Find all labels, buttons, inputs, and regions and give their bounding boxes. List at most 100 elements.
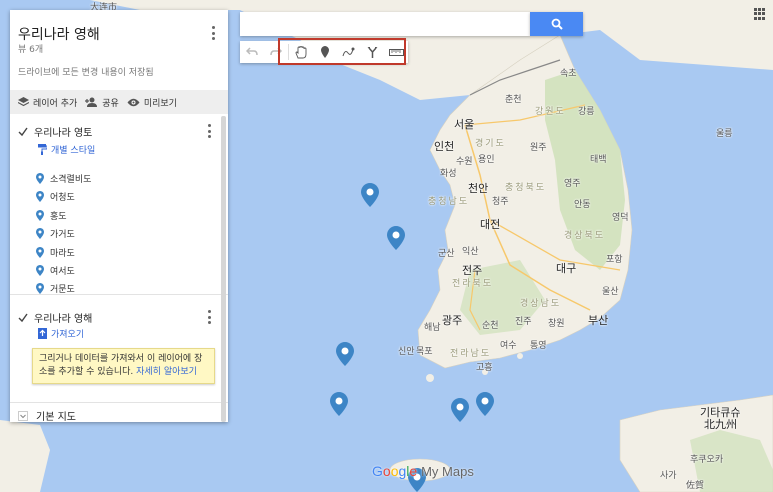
label-gyeonggi: 경기도 — [475, 139, 506, 149]
map-pin-marker[interactable] — [336, 342, 354, 366]
chevron-down-icon[interactable] — [18, 410, 28, 421]
draw-line-icon — [342, 47, 355, 57]
label-chuncheon: 춘천 — [505, 95, 522, 105]
feature-label: 여서도 — [50, 267, 75, 277]
import-link[interactable]: 가져오기 — [38, 327, 84, 340]
google-my-maps-logo: Google My Maps — [372, 463, 474, 479]
ruler-button[interactable] — [384, 41, 408, 63]
add-marker-button[interactable] — [313, 41, 337, 63]
label-pohang: 포항 — [606, 255, 623, 265]
label-kitakyushu-jp: 北九州 — [704, 418, 737, 431]
label-tongyeong: 통영 — [530, 341, 547, 351]
layer2-options-kebab-icon[interactable] — [207, 310, 211, 324]
base-map-divider — [10, 402, 228, 403]
learn-more-link[interactable]: 자세히 알아보기 — [136, 367, 197, 377]
map-pin-marker[interactable] — [476, 392, 494, 416]
undo-icon — [245, 47, 258, 56]
map-pin-icon — [36, 173, 44, 184]
individual-style-label: 개별 스타일 — [51, 146, 96, 156]
individual-style-link[interactable]: 개별 스타일 — [38, 143, 95, 156]
preview-label: 미리보기 — [143, 98, 177, 109]
label-incheon: 인천 — [434, 140, 455, 153]
layers-icon — [18, 97, 29, 107]
feature-label: 소격렬비도 — [50, 175, 92, 185]
label-suwon: 수원 — [456, 157, 473, 167]
base-map-header[interactable]: 기본 지도 — [18, 408, 76, 422]
map-pin-icon — [36, 210, 44, 221]
map-pin-marker[interactable] — [387, 226, 405, 250]
label-yongin: 용인 — [478, 155, 495, 165]
feature-item[interactable]: 홍도 — [36, 209, 67, 222]
map-legend-panel: 우리나라 영해 뷰 6개 드라이브에 모든 변경 내용이 저장됨 레이어 추가 … — [10, 10, 228, 422]
label-hampyeong: 해남 — [424, 323, 441, 333]
label-chungbuk: 충청북도 — [505, 183, 547, 193]
layer1-options-kebab-icon[interactable] — [207, 124, 211, 138]
layer1-header[interactable]: 우리나라 영토 — [18, 124, 92, 139]
add-layer-label: 레이어 추가 — [33, 98, 78, 109]
label-yeosu: 여수 — [500, 341, 517, 351]
feature-item[interactable]: 소격렬비도 — [36, 172, 91, 185]
apps-grid-icon[interactable] — [754, 8, 766, 20]
search-icon — [551, 18, 563, 30]
marker-icon — [320, 46, 329, 58]
feature-item[interactable]: 여서도 — [36, 264, 75, 277]
map-pin-marker[interactable] — [361, 183, 379, 207]
directions-button[interactable] — [360, 41, 384, 63]
undo-button[interactable] — [240, 41, 264, 63]
map-pin-icon — [36, 265, 44, 276]
label-gyeongnam: 경상남도 — [520, 299, 562, 309]
label-chungnam: 충청남도 — [428, 197, 470, 207]
checkbox-checked-icon[interactable] — [18, 127, 28, 137]
layer-divider — [10, 294, 228, 295]
label-ulleung: 울릉 — [716, 129, 733, 139]
directions-icon — [367, 47, 378, 58]
base-map-label: 기본 지도 — [36, 412, 76, 422]
upload-icon — [38, 328, 47, 339]
add-person-icon — [85, 97, 98, 107]
map-pin-marker[interactable] — [330, 392, 348, 416]
map-pin-icon — [36, 191, 44, 202]
label-gyeongbuk: 경상북도 — [564, 231, 606, 241]
preview-button[interactable]: 미리보기 — [127, 96, 177, 109]
label-mokpo: 목포 — [416, 347, 433, 357]
eye-icon — [127, 98, 140, 106]
empty-layer-tip: 그리거나 데이터를 가져와서 이 레이어에 장소를 추가할 수 있습니다. 자세… — [32, 348, 215, 384]
search-button[interactable] — [530, 12, 583, 36]
view-count: 뷰 6개 — [18, 45, 44, 55]
label-saga: 사가 — [660, 471, 677, 481]
panel-actions-bar: 레이어 추가 공유 미리보기 — [10, 90, 228, 114]
feature-item[interactable]: 가거도 — [36, 227, 75, 240]
label-sinan: 신안 — [398, 347, 415, 357]
label-changwon: 창원 — [548, 319, 565, 329]
share-button[interactable]: 공유 — [85, 96, 119, 109]
draw-line-button[interactable] — [336, 41, 360, 63]
map-title[interactable]: 우리나라 영해 — [18, 24, 100, 44]
label-yeongju: 영주 — [564, 179, 581, 189]
label-busan: 부산 — [588, 314, 609, 327]
redo-icon — [270, 47, 282, 56]
select-hand-button[interactable] — [289, 41, 313, 63]
redo-button[interactable] — [264, 41, 288, 63]
share-label: 공유 — [102, 98, 119, 109]
add-layer-button[interactable]: 레이어 추가 — [18, 96, 77, 109]
label-fukuoka: 후쿠오카 — [690, 455, 724, 465]
search-input[interactable] — [240, 12, 530, 36]
label-cheongju: 청주 — [492, 197, 509, 207]
checkbox-checked-icon[interactable] — [18, 313, 28, 323]
panel-scrollbar[interactable] — [221, 116, 226, 422]
map-options-kebab-icon[interactable] — [211, 26, 215, 40]
label-jeonnam: 전라남도 — [450, 349, 492, 359]
label-gunsan: 군산 — [438, 249, 455, 259]
label-gangwon: 강원도 — [535, 107, 566, 117]
label-gwangju: 광주 — [442, 314, 463, 327]
feature-item[interactable]: 어청도 — [36, 190, 75, 203]
label-iksan: 익산 — [462, 247, 479, 257]
layer2-header[interactable]: 우리나라 영해 — [18, 310, 92, 325]
feature-label: 어청도 — [50, 193, 75, 203]
map-pin-marker[interactable] — [451, 398, 469, 422]
feature-label: 가거도 — [50, 230, 75, 240]
label-daegu: 대구 — [556, 262, 577, 275]
feature-label: 홍도 — [50, 212, 67, 222]
layer1-name: 우리나라 영토 — [34, 128, 93, 139]
feature-item[interactable]: 마라도 — [36, 246, 75, 259]
